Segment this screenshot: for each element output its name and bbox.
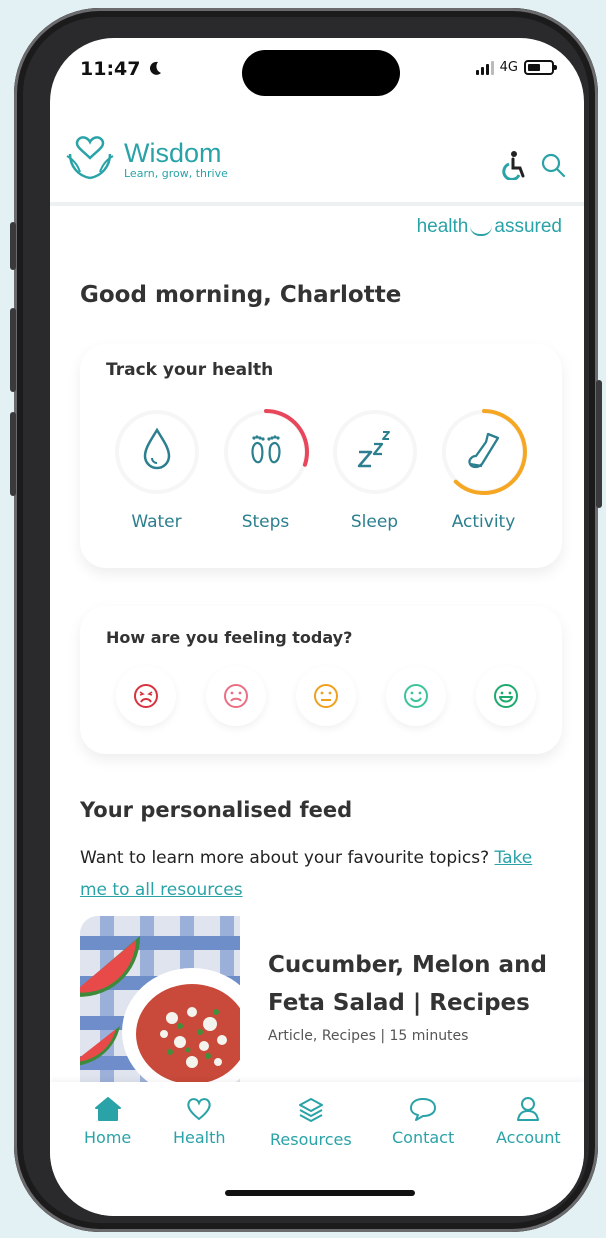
tracker-label: Steps: [241, 512, 290, 532]
search-icon[interactable]: [540, 152, 566, 178]
very-sad-face-icon: [134, 684, 158, 708]
partner-right-text: assured: [494, 216, 562, 237]
status-time: 11:47: [80, 58, 163, 80]
mood-very-happy-button[interactable]: [476, 666, 536, 726]
tab-account[interactable]: Account: [496, 1096, 561, 1147]
tracker-sleep[interactable]: Sleep: [330, 408, 419, 532]
tracker-activity[interactable]: Activity: [439, 408, 528, 532]
volume-down-button: [10, 412, 16, 496]
water-ring: [113, 408, 201, 496]
tab-home[interactable]: Home: [84, 1096, 131, 1147]
network-label: 4G: [499, 60, 518, 75]
water-drop-icon: [143, 427, 170, 470]
article-card[interactable]: Cucumber, Melon and Feta Salad | Recipes…: [80, 916, 564, 1096]
steps-ring: [222, 408, 310, 496]
neutral-face-icon: [314, 684, 338, 708]
tab-label: Home: [84, 1128, 132, 1147]
tab-label: Health: [173, 1128, 226, 1147]
header-actions: [500, 150, 566, 180]
tracker-label: Sleep: [350, 512, 399, 532]
chat-bubble-icon: [410, 1098, 437, 1121]
app-header: Wisdom Learn, grow, thrive: [50, 120, 584, 206]
very-happy-face-icon: [494, 684, 518, 708]
tab-contact[interactable]: Contact: [392, 1096, 454, 1147]
brand-tagline: Learn, grow, thrive: [124, 167, 228, 180]
track-card-title: Track your health: [106, 360, 274, 380]
happy-face-icon: [404, 684, 428, 708]
layers-icon: [298, 1098, 323, 1122]
moon-icon: [150, 61, 162, 75]
feed-subtitle: Want to learn more about your favourite …: [80, 842, 560, 906]
mood-happy-button[interactable]: [386, 666, 446, 726]
wisdom-logo[interactable]: Wisdom Learn, grow, thrive: [62, 132, 228, 188]
mood-very-sad-button[interactable]: [116, 666, 176, 726]
tracker-label: Activity: [451, 512, 516, 532]
track-health-card: Track your health Water Steps Sleep Acti…: [80, 344, 562, 568]
silent-switch: [10, 222, 16, 270]
tracker-water[interactable]: Water: [112, 408, 201, 532]
tab-label: Account: [496, 1128, 561, 1147]
article-thumbnail: [80, 916, 240, 1082]
shoe-icon: [467, 432, 499, 469]
screen: 11:47 4G Wisdom Learn, grow, thrive heal…: [50, 38, 584, 1216]
footprints-icon: [250, 435, 281, 464]
mood-card: How are you feeling today?: [80, 606, 562, 754]
heart-icon: [187, 1098, 211, 1121]
partner-left-text: health: [416, 216, 469, 237]
tab-label: Resources: [270, 1130, 352, 1149]
battery-icon: [524, 60, 557, 75]
home-icon: [94, 1097, 121, 1121]
brand-name: Wisdom: [124, 138, 222, 168]
status-right: 4G: [475, 60, 557, 75]
signal-icon: [475, 60, 494, 75]
tab-health[interactable]: Health: [173, 1096, 226, 1147]
tracker-list: Water Steps Sleep Activity: [112, 408, 528, 532]
greeting-title: Good morning, Charlotte: [80, 282, 402, 308]
mood-options: [116, 666, 536, 726]
sleep-zzz-icon: [357, 431, 390, 468]
heart-hands-logo-icon: [66, 136, 114, 180]
tracker-steps[interactable]: Steps: [221, 408, 310, 532]
phone-frame: 11:47 4G Wisdom Learn, grow, thrive heal…: [10, 8, 602, 1232]
feed-subtitle-text: Want to learn more about your favourite …: [80, 848, 490, 868]
home-indicator[interactable]: [225, 1190, 415, 1196]
time-text: 11:47: [80, 58, 141, 80]
tab-resources[interactable]: Resources: [270, 1096, 352, 1149]
activity-ring: [440, 408, 528, 496]
user-icon: [517, 1097, 540, 1121]
sad-face-icon: [224, 684, 248, 708]
accessibility-icon[interactable]: [500, 150, 526, 180]
article-meta: Article, Recipes | 15 minutes: [268, 1028, 469, 1044]
mood-neutral-button[interactable]: [296, 666, 356, 726]
mood-sad-button[interactable]: [206, 666, 266, 726]
health-assured-logo: health assured: [417, 216, 562, 238]
dynamic-island: [242, 50, 400, 96]
tab-label: Contact: [392, 1128, 455, 1147]
salad-image: [80, 916, 240, 1082]
power-button: [596, 380, 602, 508]
mood-card-title: How are you feeling today?: [106, 628, 353, 647]
article-title: Cucumber, Melon and Feta Salad | Recipes: [268, 952, 547, 1016]
feed-title: Your personalised feed: [80, 798, 353, 822]
sleep-ring: [331, 408, 419, 496]
tracker-label: Water: [131, 512, 182, 532]
volume-up-button: [10, 308, 16, 392]
